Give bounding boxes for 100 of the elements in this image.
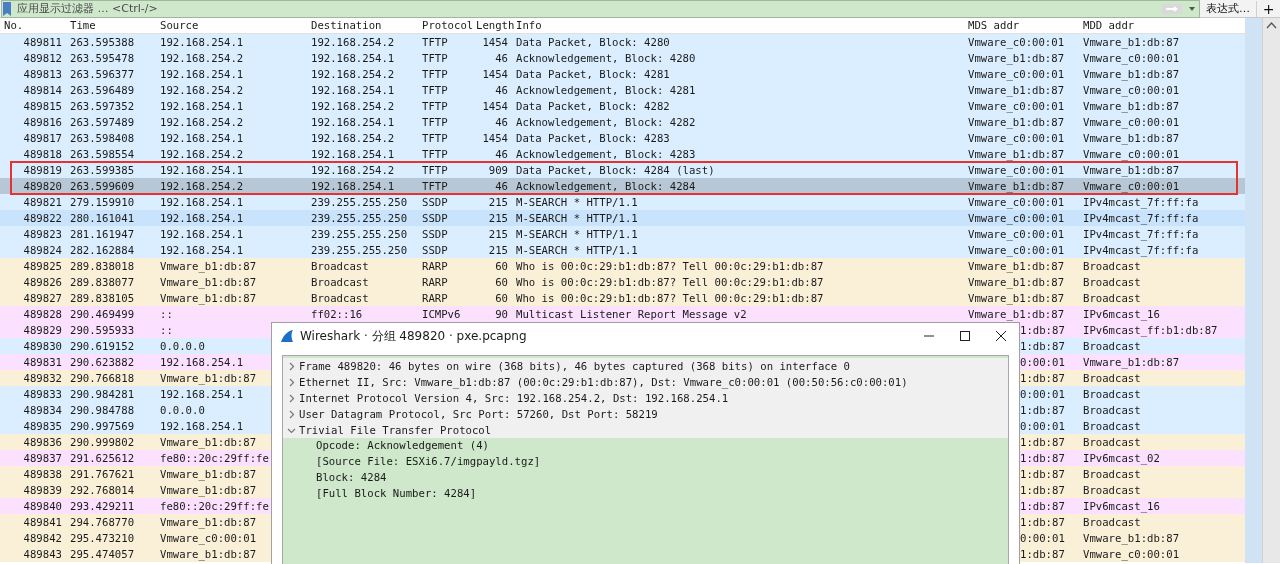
length-cell: 60 bbox=[495, 275, 508, 289]
info-cell: Data Packet, Block: 4284 (last) bbox=[516, 163, 715, 177]
column-header[interactable]: Time bbox=[70, 19, 96, 32]
source-cell: fe80::20c:29ff:fe bbox=[160, 499, 269, 513]
column-header[interactable]: MDS addr bbox=[968, 19, 1020, 32]
column-header[interactable]: Protocol bbox=[422, 19, 474, 32]
protocol-cell: TFTP bbox=[422, 163, 448, 177]
time-cell: 289.838077 bbox=[70, 275, 135, 289]
info-cell: Who is 00:0c:29:b1:db:87? Tell 00:0c:29:b1:db:87 bbox=[516, 291, 824, 305]
column-header[interactable]: Destination bbox=[311, 19, 382, 32]
packet-row[interactable]: 489815 263.597352 192.168.254.1 192.168.254.2 TFTP 1454 Data Packet, Block: 4282 Vmware_c0:00:01 Vmware_b1:db:87 bbox=[0, 98, 1245, 114]
time-cell: 290.984788 bbox=[70, 403, 135, 417]
address-cell: Vmware_c0:00:01 bbox=[1083, 547, 1180, 561]
column-header[interactable]: Length bbox=[476, 19, 515, 32]
packet-row[interactable]: 489826 289.838077 Vmware_b1:db:87 Broadcast RARP 60 Who is 00:0c:29:b1:db:87? Tell 00:0c:29:b1:db:87 Vmware_b1:db:87 Broadcast bbox=[0, 274, 1245, 290]
packet-row[interactable]: 489811 263.595388 192.168.254.1 192.168.254.2 TFTP 1454 Data Packet, Block: 4280 Vmware_c0:00:01 Vmware_b1:db:87 bbox=[0, 34, 1245, 50]
packet-row[interactable]: 489814 263.596489 192.168.254.2 192.168.254.1 TFTP 46 Acknowledgement, Block: 4281 Vmware_b1:db:87 Vmware_c0:00:01 bbox=[0, 82, 1245, 98]
protocol-cell: TFTP bbox=[422, 35, 448, 49]
source-cell: 0.0.0.0 bbox=[160, 339, 205, 353]
packet-row[interactable]: 489825 289.838018 Vmware_b1:db:87 Broadcast RARP 60 Who is 00:0c:29:b1:db:87? Tell 00:0c:29:b1:db:87 Vmware_b1:db:87 Broadcast bbox=[0, 258, 1245, 274]
display-filter-input[interactable]: 应用显示过滤器 … <Ctrl-/> bbox=[15, 1, 1159, 16]
time-cell: 294.768770 bbox=[70, 515, 135, 529]
info-cell: M-SEARCH * HTTP/1.1 bbox=[516, 227, 638, 241]
packet-row[interactable]: 489818 263.598554 192.168.254.2 192.168.254.1 TFTP 46 Acknowledgement, Block: 4283 Vmware_b1:db:87 Vmware_c0:00:01 bbox=[0, 146, 1245, 162]
add-filter-button[interactable]: + bbox=[1256, 0, 1280, 17]
packet-row[interactable]: 489824 282.162884 192.168.254.1 239.255.255.250 SSDP 215 M-SEARCH * HTTP/1.1 Vmware_c0:00:01 IPv4mcast_7f:ff:fa bbox=[0, 242, 1245, 258]
address-cell: Vmware_b1:db:87 bbox=[968, 307, 1065, 321]
address-cell: Vmware_c0:00:01 bbox=[968, 131, 1065, 145]
address-cell: IPv4mcast_7f:ff:fa bbox=[1083, 211, 1199, 225]
address-cell: Vmware_c0:00:01 bbox=[968, 211, 1065, 225]
address-cell: Vmware_b1:db:87 bbox=[968, 179, 1065, 193]
length-cell: 215 bbox=[488, 227, 508, 241]
source-cell: 192.168.254.2 bbox=[160, 179, 244, 193]
length-cell: 46 bbox=[495, 147, 508, 161]
time-cell: 290.999802 bbox=[70, 435, 135, 449]
tree-item[interactable]: Block: 4284 bbox=[316, 471, 387, 484]
address-cell: Broadcast bbox=[1083, 259, 1141, 273]
address-cell: Vmware_c0:00:01 bbox=[968, 163, 1065, 177]
address-cell: Broadcast bbox=[1083, 387, 1141, 401]
source-cell: 192.168.254.1 bbox=[160, 131, 244, 145]
address-cell: Vmware_c0:00:01 bbox=[968, 35, 1065, 49]
column-header[interactable]: MDD addr bbox=[1083, 19, 1135, 32]
packet-row[interactable]: 489822 280.161041 192.168.254.1 239.255.255.250 SSDP 215 M-SEARCH * HTTP/1.1 Vmware_c0:00:01 IPv4mcast_7f:ff:fa bbox=[0, 210, 1245, 226]
packet-row[interactable]: 489812 263.595478 192.168.254.2 192.168.254.1 TFTP 46 Acknowledgement, Block: 4280 Vmware_b1:db:87 Vmware_c0:00:01 bbox=[0, 50, 1245, 66]
close-icon[interactable] bbox=[996, 331, 1006, 341]
time-cell: 263.597352 bbox=[70, 99, 135, 113]
address-cell: 1:db:87 bbox=[1020, 547, 1065, 561]
destination-cell: 192.168.254.2 bbox=[311, 163, 395, 177]
column-header[interactable]: Info bbox=[516, 19, 542, 32]
protocol-cell: TFTP bbox=[422, 131, 448, 145]
packet-row[interactable]: 489817 263.598408 192.168.254.1 192.168.254.2 TFTP 1454 Data Packet, Block: 4283 Vmware_c0:00:01 Vmware_b1:db:87 bbox=[0, 130, 1245, 146]
address-cell: Vmware_b1:db:87 bbox=[968, 51, 1065, 65]
scrollbar[interactable] bbox=[1262, 18, 1280, 563]
packet-row[interactable]: 489827 289.838105 Vmware_b1:db:87 Broadcast RARP 60 Who is 00:0c:29:b1:db:87? Tell 00:0c:29:b1:db:87 Vmware_b1:db:87 Broadcast bbox=[0, 290, 1245, 306]
protocol-cell: SSDP bbox=[422, 227, 448, 241]
address-cell: Vmware_c0:00:01 bbox=[1083, 83, 1180, 97]
address-cell: Vmware_b1:db:87 bbox=[1083, 131, 1180, 145]
source-cell: fe80::20c:29ff:fe bbox=[160, 451, 269, 465]
address-cell: 1:db:87 bbox=[1020, 467, 1065, 481]
packet-row[interactable]: 489813 263.596377 192.168.254.1 192.168.254.2 TFTP 1454 Data Packet, Block: 4281 Vmware_c0:00:01 Vmware_b1:db:87 bbox=[0, 66, 1245, 82]
destination-cell: ff02::16 bbox=[311, 307, 363, 321]
column-header[interactable]: Source bbox=[160, 19, 199, 32]
address-cell: Broadcast bbox=[1083, 483, 1141, 497]
address-cell: Vmware_b1:db:87 bbox=[968, 147, 1065, 161]
address-cell: Vmware_b1:db:87 bbox=[1083, 355, 1180, 369]
tree-item[interactable]: Opcode: Acknowledgement (4) bbox=[316, 439, 489, 452]
time-cell: 290.766818 bbox=[70, 371, 135, 385]
address-cell: Broadcast bbox=[1083, 275, 1141, 289]
display-filter-field[interactable]: 应用显示过滤器 … <Ctrl-/> bbox=[1, 0, 1200, 18]
tree-item[interactable]: [Full Block Number: 4284] bbox=[316, 487, 477, 500]
packet-row[interactable]: 489816 263.597489 192.168.254.2 192.168.254.1 TFTP 46 Acknowledgement, Block: 4282 Vmware_b1:db:87 Vmware_c0:00:01 bbox=[0, 114, 1245, 130]
packet-row[interactable]: 489823 281.161947 192.168.254.1 239.255.255.250 SSDP 215 M-SEARCH * HTTP/1.1 Vmware_c0:00:01 IPv4mcast_7f:ff:fa bbox=[0, 226, 1245, 242]
source-cell: :: bbox=[160, 307, 173, 321]
time-cell: 263.599385 bbox=[70, 163, 135, 177]
source-cell: 0.0.0.0 bbox=[160, 403, 205, 417]
protocol-cell: RARP bbox=[422, 275, 448, 289]
shark-fin-icon bbox=[280, 329, 294, 343]
expression-button[interactable]: 表达式… bbox=[1200, 0, 1256, 17]
address-cell: Vmware_c0:00:01 bbox=[1083, 179, 1180, 193]
packet-number: 489820 bbox=[23, 179, 62, 193]
destination-cell: Broadcast bbox=[311, 259, 369, 273]
source-cell: 192.168.254.2 bbox=[160, 83, 244, 97]
address-cell: Vmware_c0:00:01 bbox=[968, 195, 1065, 209]
bookmark-icon[interactable] bbox=[2, 1, 12, 16]
packet-row[interactable]: 489820 263.599609 192.168.254.2 192.168.254.1 TFTP 46 Acknowledgement, Block: 4284 Vmware_b1:db:87 Vmware_c0:00:01 bbox=[0, 178, 1245, 194]
protocol-cell: RARP bbox=[422, 259, 448, 273]
time-cell: 263.596377 bbox=[70, 67, 135, 81]
time-cell: 263.596489 bbox=[70, 83, 135, 97]
maximize-icon[interactable] bbox=[960, 331, 970, 341]
length-cell: 909 bbox=[488, 163, 508, 177]
packet-row[interactable]: 489828 290.469499 :: ff02::16 ICMPv6 90 Multicast Listener Report Message v2 Vmware_b1:db:87 IPv6mcast_16 bbox=[0, 306, 1245, 322]
length-cell: 46 bbox=[495, 115, 508, 129]
info-cell: Data Packet, Block: 4281 bbox=[516, 67, 670, 81]
address-cell: 0:00:01 bbox=[1020, 387, 1065, 401]
address-cell: Vmware_b1:db:87 bbox=[968, 259, 1065, 273]
time-cell: 290.997569 bbox=[70, 419, 135, 433]
protocol-cell: TFTP bbox=[422, 51, 448, 65]
column-header[interactable]: No. bbox=[4, 19, 24, 32]
tree-item[interactable]: [Source File: ESXi6.7/imgpayld.tgz] bbox=[316, 455, 541, 468]
info-cell: Data Packet, Block: 4280 bbox=[516, 35, 670, 49]
